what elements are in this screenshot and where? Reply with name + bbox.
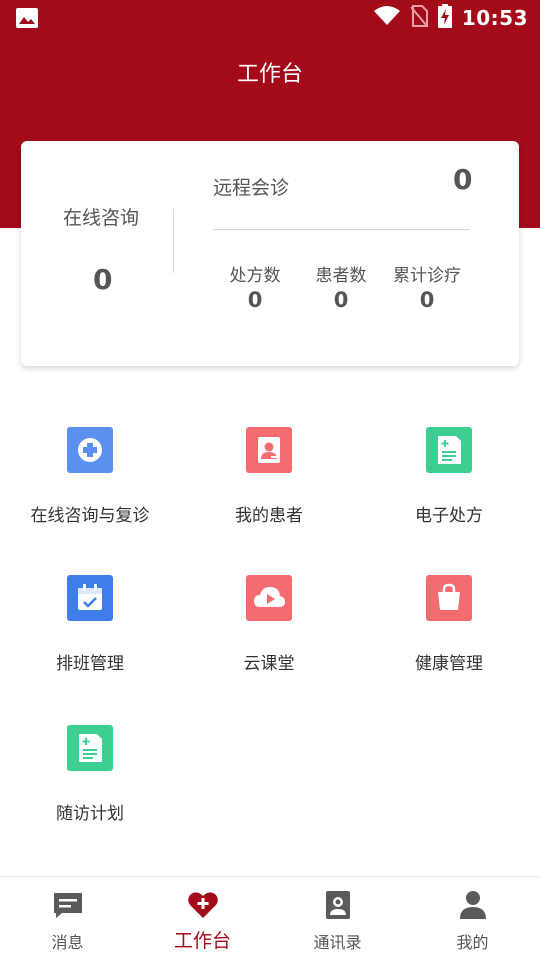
person-icon [457, 889, 489, 921]
grid-item-label: 排班管理 [56, 654, 124, 674]
stat-value: 0 [247, 288, 263, 312]
gallery-icon [16, 8, 38, 28]
stat-label: 患者数 [315, 266, 367, 286]
page-title: 工作台 [236, 62, 303, 87]
stat-value: 0 [333, 288, 349, 312]
grid-item-label: 健康管理 [415, 654, 483, 674]
tab-messages[interactable]: 消息 [0, 877, 135, 960]
bottom-tab-bar: 消息 工作台 通讯录 我的 [0, 876, 540, 960]
grid-item-label: 随访计划 [56, 804, 124, 824]
grid-item-label: 云课堂 [243, 654, 295, 674]
status-bar: 10:53 [0, 0, 540, 36]
stat-label: 累计诊疗 [393, 266, 461, 286]
grid-item-label: 我的患者 [235, 506, 303, 526]
bag-icon [426, 575, 472, 621]
contacts-icon [322, 889, 354, 921]
cloud-play-icon [246, 575, 292, 621]
stat-value: 0 [419, 288, 435, 312]
tab-label: 消息 [51, 933, 84, 952]
battery-charging-icon [437, 4, 452, 32]
remote-consult-label: 远程会诊 [213, 177, 290, 199]
patient-card-icon [246, 427, 292, 473]
summary-card: 在线咨询 0 远程会诊 0 处方数 0 患者数 0 累计诊疗 0 [21, 141, 519, 366]
followup-document-icon [67, 725, 113, 771]
wifi-icon [373, 6, 400, 30]
tab-contacts[interactable]: 通讯录 [270, 877, 405, 960]
online-consult-value: 0 [93, 263, 113, 296]
tab-label: 通讯录 [313, 933, 362, 952]
message-icon [52, 889, 84, 921]
stat-label: 处方数 [229, 266, 281, 286]
horizontal-divider [213, 229, 470, 230]
tab-workbench[interactable]: 工作台 [135, 877, 270, 960]
stat-total-visits: 累计诊疗 0 [382, 261, 472, 312]
tab-label: 我的 [456, 933, 489, 952]
calendar-check-icon [67, 575, 113, 621]
medical-cross-icon [67, 427, 113, 473]
remote-consult-value: 0 [453, 163, 473, 196]
tab-mine[interactable]: 我的 [405, 877, 540, 960]
heart-plus-icon [187, 889, 219, 921]
online-consult-label: 在线咨询 [63, 207, 140, 229]
grid-item-label: 电子处方 [415, 506, 483, 526]
tab-label: 工作台 [173, 930, 231, 952]
stat-prescriptions: 处方数 0 [210, 261, 300, 312]
status-time: 10:53 [461, 6, 528, 30]
stat-patients: 患者数 0 [296, 261, 386, 312]
no-sim-icon [410, 5, 428, 31]
vertical-divider [173, 209, 174, 273]
prescription-icon [426, 427, 472, 473]
grid-item-label: 在线咨询与复诊 [30, 506, 150, 526]
